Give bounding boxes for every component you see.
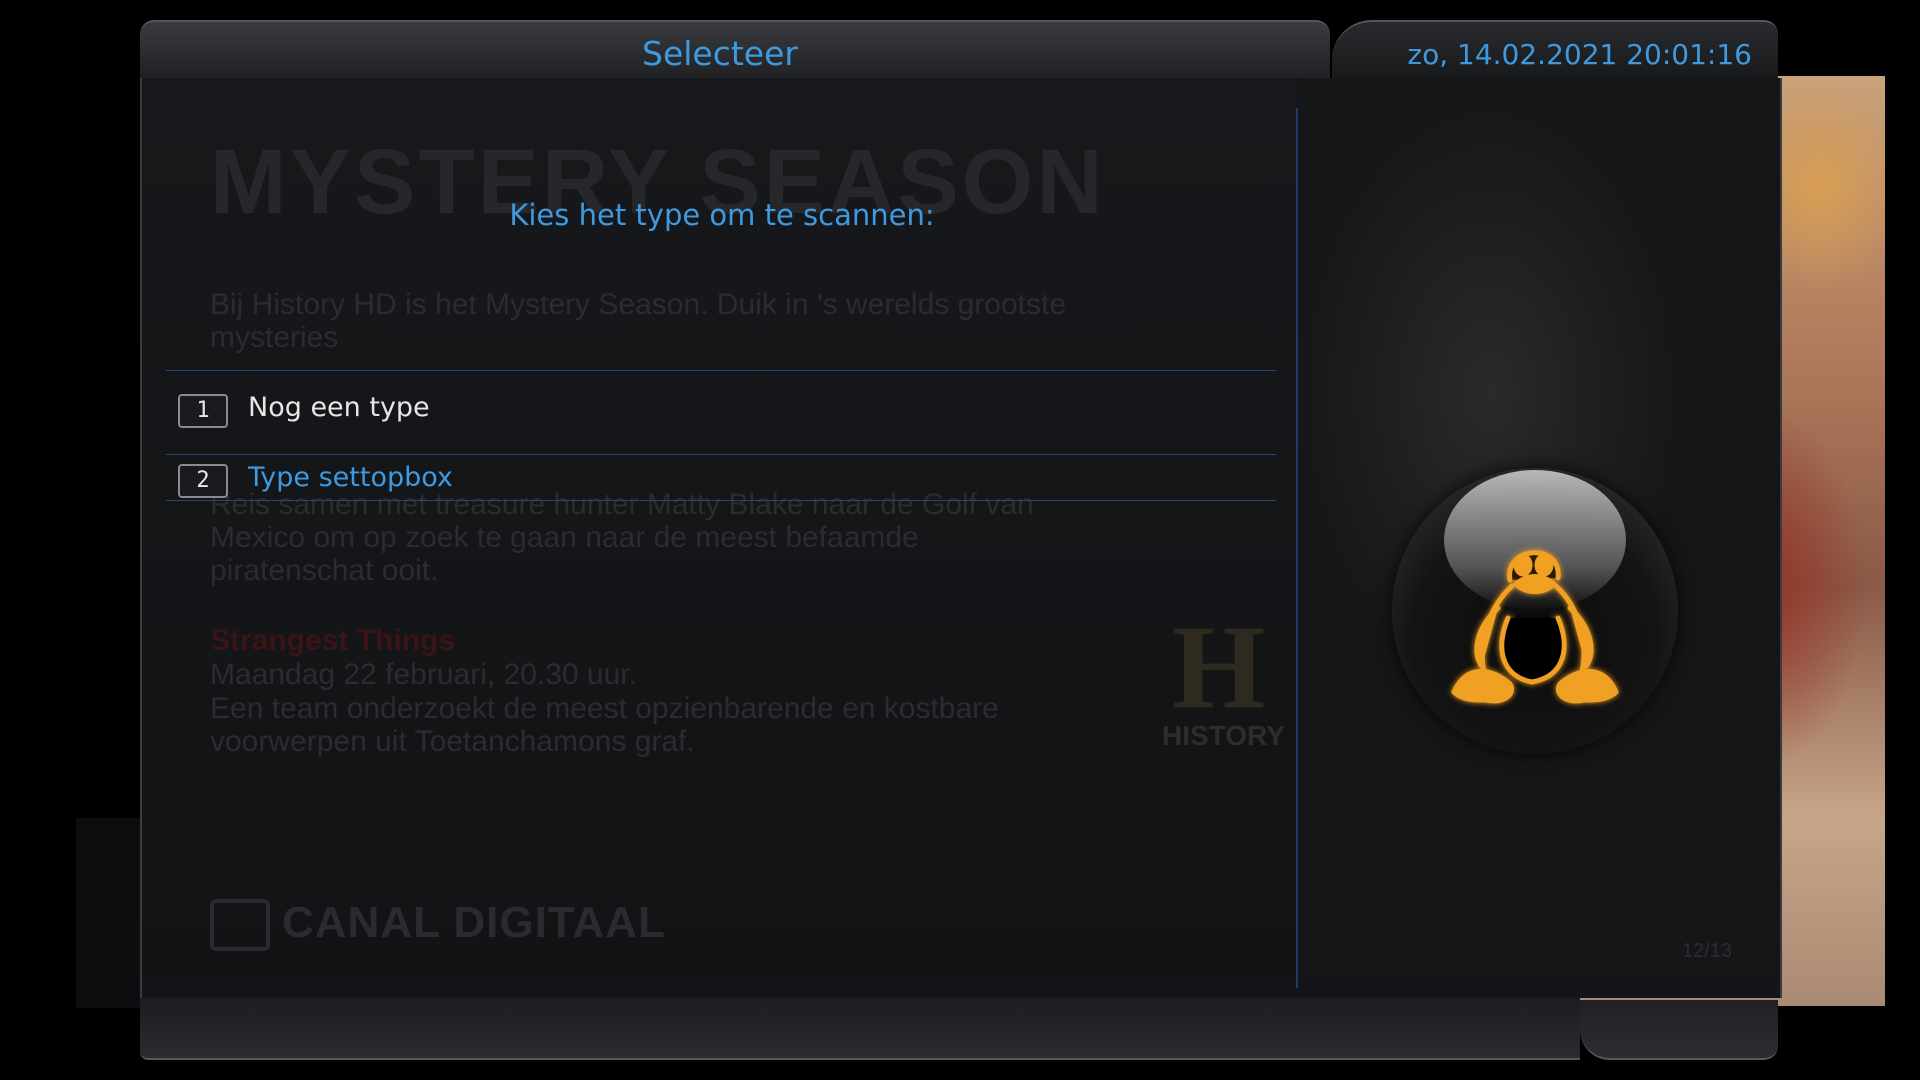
- number-key-2-icon: 2: [178, 464, 228, 498]
- list-item-label: Nog een type: [248, 392, 430, 423]
- background-entry2-date: Maandag 22 februari, 20.30 uur.: [210, 658, 637, 691]
- tux-penguin-icon: [1451, 550, 1619, 704]
- provider-logo-icon: [210, 899, 270, 952]
- scan-type-prompt: Kies het type om te scannen:: [509, 198, 935, 232]
- bottom-bar: [140, 998, 1580, 1060]
- list-item-type-settopbox[interactable]: 2 Type settopbox: [178, 460, 1278, 504]
- list-item-separator: [166, 454, 1276, 455]
- background-provider-logo: CANAL DIGITAAL: [210, 898, 666, 952]
- background-channel-logo: HISTORY: [1162, 720, 1285, 751]
- background-page-counter: 12/13: [1682, 940, 1733, 962]
- background-entry2-title: Strangest Things: [210, 624, 456, 657]
- background-shadow: [76, 818, 146, 1008]
- datetime-display: zo, 14.02.2021 20:01:16: [1407, 38, 1752, 71]
- bottom-corner-tab: [1580, 1000, 1778, 1060]
- background-entry2-text: Een team onderzoekt de meest opzienbaren…: [210, 692, 999, 758]
- background-intro: Bij History HD is het Mystery Season. Du…: [210, 288, 1067, 354]
- emblem-orb: [1392, 468, 1678, 754]
- list-item-label-selected: Type settopbox: [248, 462, 453, 493]
- dialog-body: MYSTERY SEASON Bij History HD is het Mys…: [140, 78, 1782, 998]
- content-pane: MYSTERY SEASON Bij History HD is het Mys…: [142, 78, 1296, 978]
- select-dialog: Selecteer zo, 14.02.2021 20:01:16 MYSTER…: [140, 20, 1782, 1060]
- list-bottom-separator: [166, 500, 1276, 501]
- title-bar: Selecteer: [140, 20, 1330, 84]
- clock-bar: zo, 14.02.2021 20:01:16: [1332, 20, 1778, 84]
- list-top-separator: [166, 370, 1276, 371]
- number-key-1-icon: 1: [178, 394, 228, 428]
- list-item-nog-een-type[interactable]: 1 Nog een type: [178, 390, 1278, 434]
- history-h-logo: H: [1172, 600, 1266, 733]
- dialog-title: Selecteer: [642, 34, 798, 73]
